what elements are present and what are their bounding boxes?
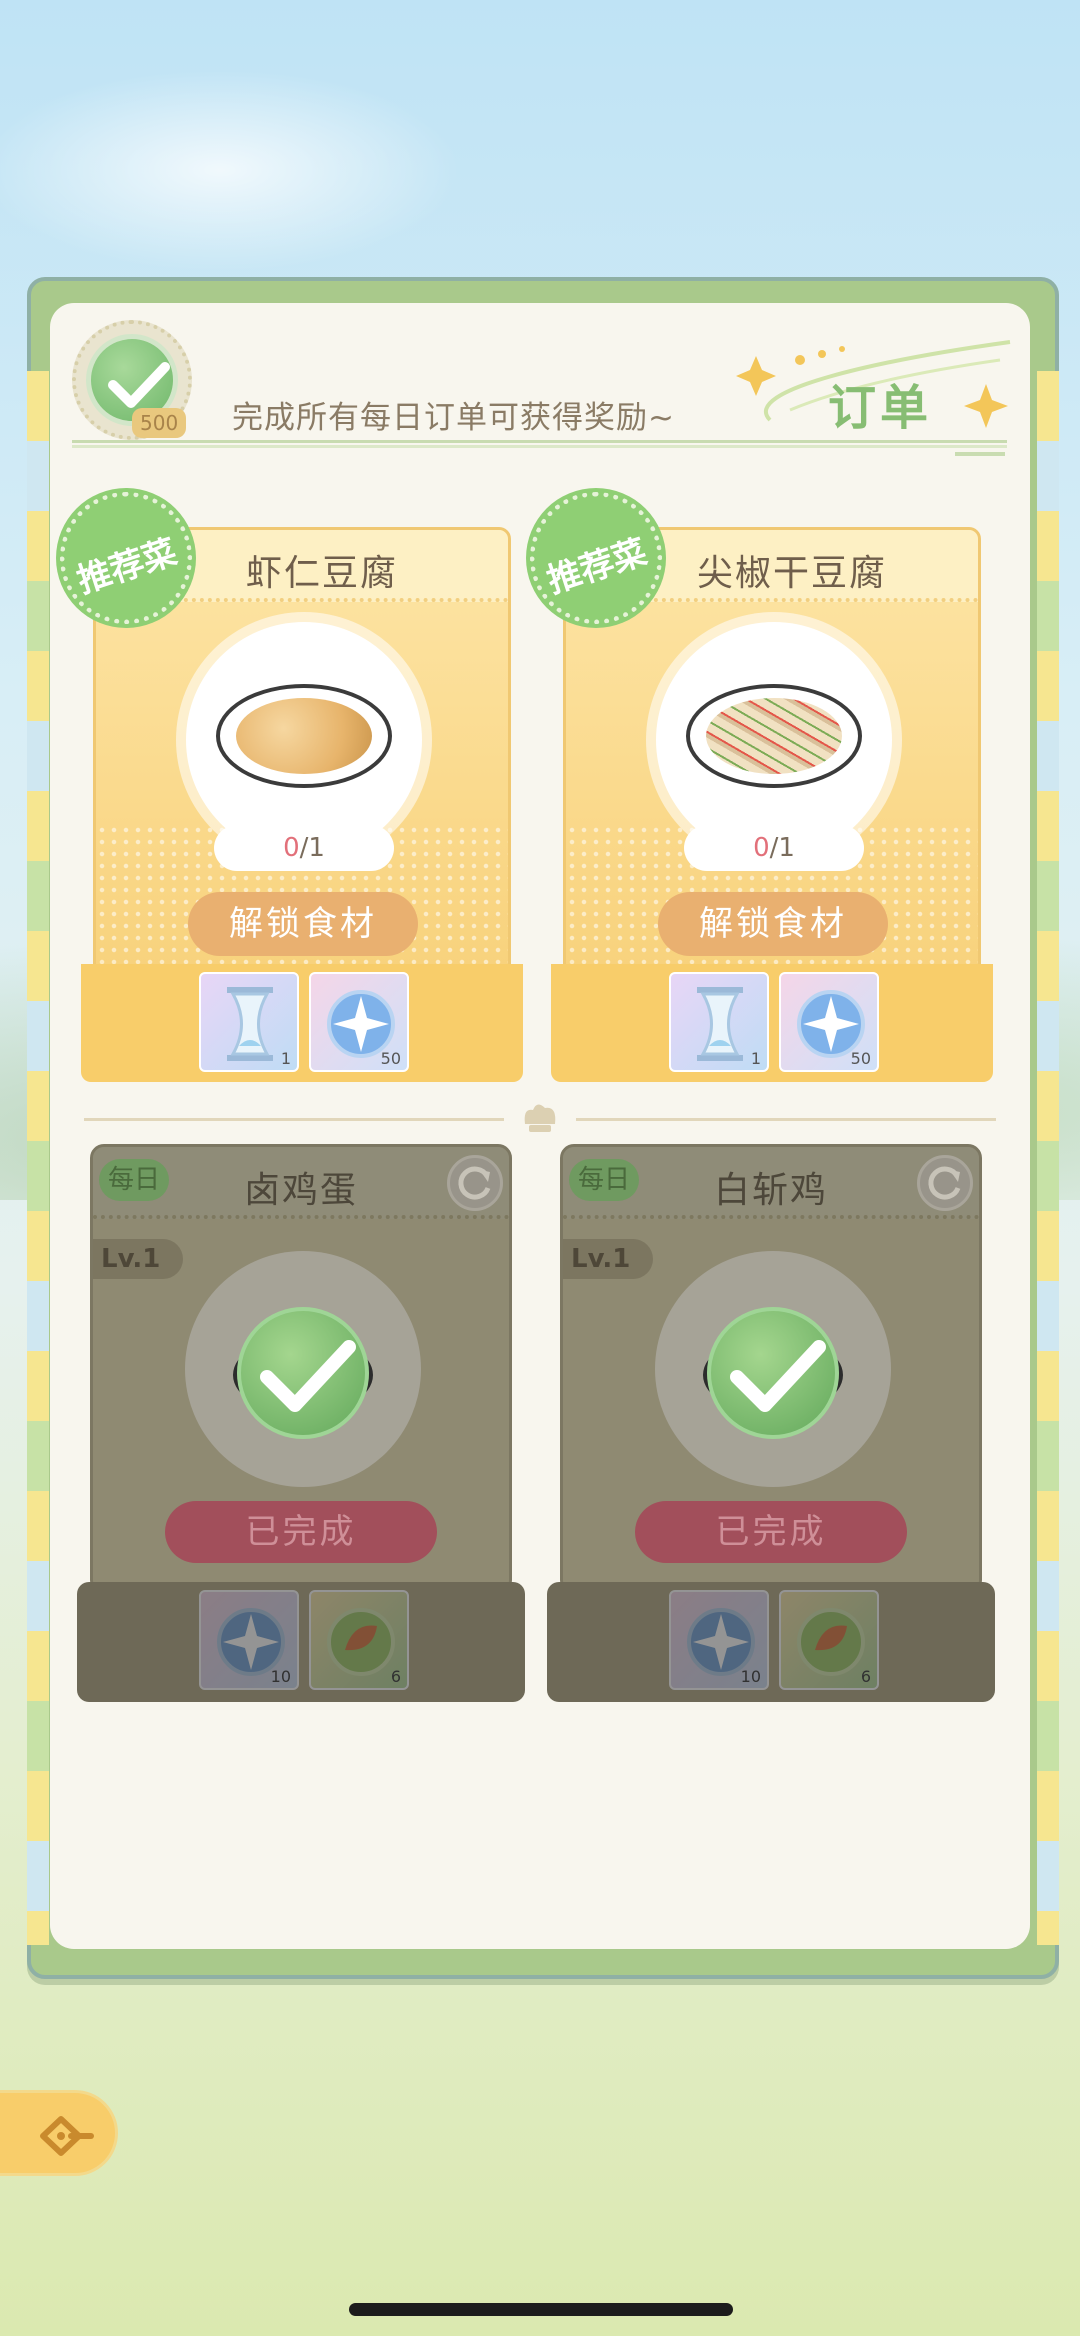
dish-plate bbox=[186, 622, 422, 858]
progress-current: 0 bbox=[283, 833, 300, 863]
reward-qty: 10 bbox=[740, 1667, 761, 1686]
recommended-badge: 推荐菜 bbox=[530, 492, 662, 624]
level-tag: Lv.1 bbox=[563, 1239, 653, 1279]
background-cloud bbox=[0, 60, 480, 280]
dish-plate bbox=[185, 1251, 421, 1487]
recommended-badge: 推荐菜 bbox=[60, 492, 192, 624]
reward-item[interactable]: 6 bbox=[309, 1590, 409, 1690]
completed-check-icon bbox=[237, 1307, 369, 1439]
chef-hat-icon bbox=[524, 1104, 556, 1132]
reward-qty: 50 bbox=[850, 1049, 871, 1068]
badge-count: 500 bbox=[132, 408, 187, 438]
reward-qty: 1 bbox=[750, 1049, 761, 1068]
order-card-daily-2[interactable]: 每日 白斩鸡 Lv.1 已完成 bbox=[560, 1144, 982, 1594]
board-stripe-left bbox=[27, 371, 49, 1945]
progress-total: /1 bbox=[769, 833, 795, 863]
dish-plate bbox=[655, 1251, 891, 1487]
completed-check-icon bbox=[707, 1307, 839, 1439]
back-arrow-icon bbox=[40, 2116, 94, 2156]
board-stripe-right bbox=[1037, 371, 1059, 1945]
reward-qty: 6 bbox=[860, 1667, 871, 1686]
leaf-orb-icon bbox=[327, 1608, 395, 1676]
order-card-daily-1[interactable]: 每日 卤鸡蛋 Lv.1 已完成 bbox=[90, 1144, 512, 1594]
header-subtitle: 完成所有每日订单可获得奖励~ bbox=[232, 400, 675, 436]
dish-plate bbox=[656, 622, 892, 858]
shrimp-tofu-dish-icon bbox=[216, 684, 392, 788]
section-divider-left bbox=[84, 1118, 504, 1121]
reward-band: 1 50 bbox=[551, 964, 993, 1082]
order-progress: 0/1 bbox=[214, 825, 394, 871]
completed-button: 已完成 bbox=[165, 1501, 437, 1563]
check-icon bbox=[108, 362, 170, 408]
reward-band: 10 6 bbox=[77, 1582, 525, 1702]
reward-qty: 10 bbox=[270, 1667, 291, 1686]
reward-band: 10 6 bbox=[547, 1582, 995, 1702]
header-divider bbox=[72, 440, 1007, 448]
unlock-ingredients-button[interactable]: 解锁食材 bbox=[188, 892, 418, 956]
leaf-orb-icon bbox=[797, 1608, 865, 1676]
reward-qty: 50 bbox=[380, 1049, 401, 1068]
hourglass-icon bbox=[227, 987, 273, 1061]
completed-button: 已完成 bbox=[635, 1501, 907, 1563]
page-title: 订单 bbox=[828, 380, 933, 436]
refresh-icon[interactable] bbox=[917, 1155, 973, 1211]
reward-item[interactable]: 6 bbox=[779, 1590, 879, 1690]
order-progress: 0/1 bbox=[684, 825, 864, 871]
hourglass-icon bbox=[697, 987, 743, 1061]
pepper-dried-tofu-dish-icon bbox=[686, 684, 862, 788]
reward-qty: 6 bbox=[390, 1667, 401, 1686]
recommended-badge-label: 推荐菜 bbox=[542, 532, 652, 602]
reward-item[interactable]: 10 bbox=[669, 1590, 769, 1690]
header-divider-accent bbox=[955, 452, 1005, 456]
reward-item[interactable]: 1 bbox=[669, 972, 769, 1072]
reward-item[interactable]: 1 bbox=[199, 972, 299, 1072]
progress-total: /1 bbox=[299, 833, 325, 863]
home-indicator[interactable] bbox=[349, 2303, 733, 2316]
progress-current: 0 bbox=[753, 833, 770, 863]
reward-band: 1 50 bbox=[81, 964, 523, 1082]
back-button[interactable] bbox=[0, 2090, 118, 2176]
refresh-icon[interactable] bbox=[447, 1155, 503, 1211]
reward-item[interactable]: 10 bbox=[199, 1590, 299, 1690]
section-divider-right bbox=[576, 1118, 996, 1121]
level-tag: Lv.1 bbox=[93, 1239, 183, 1279]
recommended-badge-label: 推荐菜 bbox=[72, 532, 182, 602]
unlock-ingredients-button[interactable]: 解锁食材 bbox=[658, 892, 888, 956]
reward-item[interactable]: 50 bbox=[779, 972, 879, 1072]
reward-qty: 1 bbox=[280, 1049, 291, 1068]
reward-item[interactable]: 50 bbox=[309, 972, 409, 1072]
